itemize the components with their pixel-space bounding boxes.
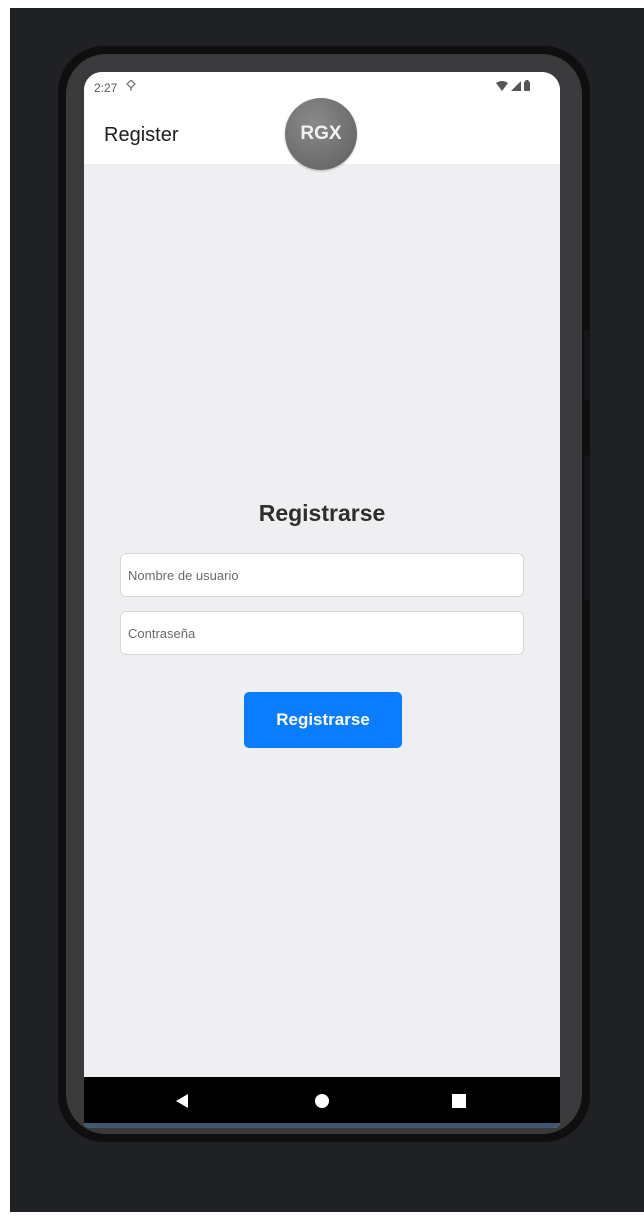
- bottom-strip: [84, 1123, 560, 1128]
- home-icon[interactable]: [315, 1094, 329, 1108]
- app-logo: RGX: [285, 98, 357, 170]
- system-icons: [496, 80, 530, 94]
- recents-icon[interactable]: [452, 1094, 466, 1108]
- navigation-bar: [84, 1077, 560, 1123]
- password-input[interactable]: [120, 611, 524, 655]
- notification-icon: [126, 79, 136, 94]
- form-heading: Registrarse: [258, 500, 386, 526]
- volume-button: [584, 455, 590, 600]
- back-icon[interactable]: [176, 1094, 188, 1108]
- status-time: 2:27: [94, 81, 118, 95]
- page-title: Register: [104, 124, 179, 146]
- signal-icon: [511, 80, 521, 94]
- register-button[interactable]: Registrarse: [244, 692, 402, 748]
- username-input[interactable]: [120, 553, 524, 597]
- phone-screen: 2:27 Register RGX Registrarse Registrars…: [84, 72, 560, 1128]
- wifi-icon: [496, 80, 508, 94]
- logo-text: RGX: [300, 123, 342, 144]
- battery-icon: [524, 80, 530, 94]
- power-button: [584, 330, 590, 400]
